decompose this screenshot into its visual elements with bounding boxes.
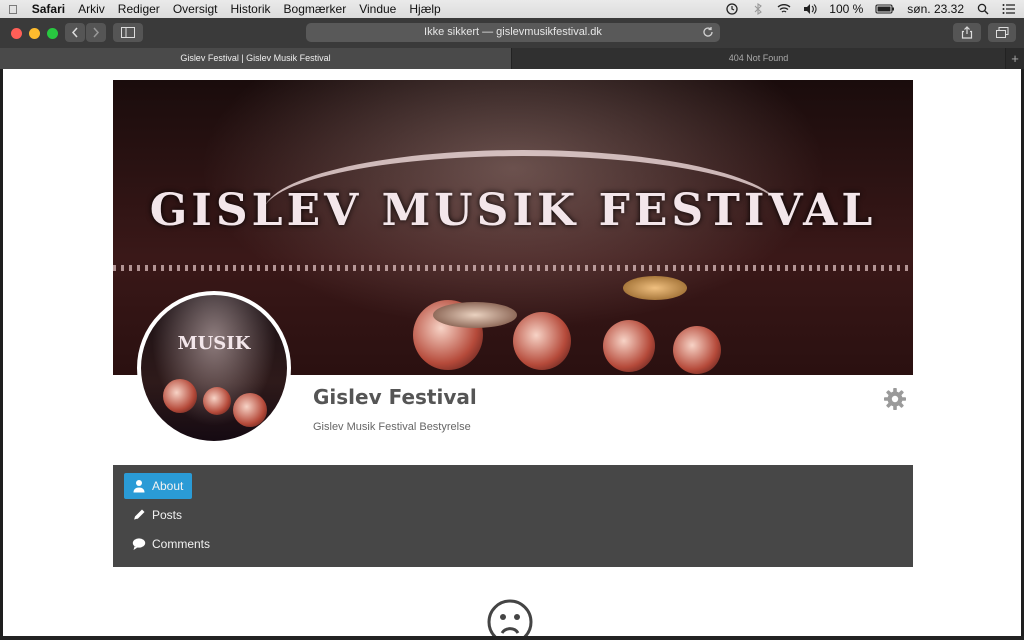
spotlight-search-icon[interactable] [976,3,990,15]
time-machine-icon[interactable] [725,3,739,15]
pencil-icon [133,509,145,521]
profile-subtitle: Gislev Musik Festival Bestyrelse [313,421,471,433]
address-bar[interactable]: Ikke sikkert — gislevmusikfestival.dk [306,23,720,42]
avatar-drum [203,387,231,415]
tab-label: 404 Not Found [728,53,789,63]
plus-icon: + [1011,51,1019,66]
menu-arkiv[interactable]: Arkiv [78,2,105,16]
back-button[interactable] [65,23,85,42]
menu-hjaelp[interactable]: Hjælp [409,2,440,16]
cover-cymbal [623,276,687,300]
bluetooth-icon[interactable] [751,3,765,15]
cover-drum [673,326,721,374]
menu-vindue[interactable]: Vindue [359,2,396,16]
tab-404-not-found[interactable]: 404 Not Found [512,48,1006,69]
menu-bogmaerker[interactable]: Bogmærker [284,2,347,16]
cover-banner-text: GISLEV MUSIK FESTIVAL [149,185,877,236]
notification-center-icon[interactable] [1002,3,1016,15]
volume-icon[interactable] [803,3,817,15]
share-button[interactable] [953,23,981,42]
nav-item-comments[interactable]: Comments [124,531,219,557]
minimize-window-button[interactable] [29,28,40,39]
nav-item-label: Comments [152,537,211,551]
menu-app[interactable]: Safari [32,2,65,16]
menu-rediger[interactable]: Rediger [118,2,160,16]
cover-drum [603,320,655,372]
tab-bar: Gislev Festival | Gislev Musik Festival … [0,48,1024,69]
menu-historik[interactable]: Historik [231,2,271,16]
cover-cymbal [433,302,517,328]
reload-icon[interactable] [702,26,714,38]
profile-avatar[interactable]: MUSIK [137,291,291,445]
close-window-button[interactable] [11,28,22,39]
browser-toolbar: Ikke sikkert — gislevmusikfestival.dk [0,18,1024,49]
avatar-text: MUSIK [177,333,251,354]
user-icon [133,480,145,493]
sad-face-icon [487,599,533,636]
new-tab-button[interactable]: + [1006,48,1024,69]
tab-overview-button[interactable] [988,23,1016,42]
comment-icon [132,538,146,550]
chevron-right-icon [93,27,100,38]
avatar-drum [233,393,267,427]
share-icon [961,26,973,39]
battery-percent[interactable]: 100 % [829,2,863,16]
wifi-icon[interactable] [777,3,791,15]
tab-gislev-festival[interactable]: Gislev Festival | Gislev Musik Festival [0,48,512,69]
window-bottom-edge [0,636,1024,640]
sidebar-icon [121,27,135,38]
web-page: GISLEV MUSIK FESTIVAL MUSIK Gislev Festi… [3,69,1021,636]
cover-light-strip [113,265,913,271]
apple-menu-icon[interactable]:  [8,2,18,17]
tabs-icon [996,27,1009,38]
address-bar-text: Ikke sikkert — gislevmusikfestival.dk [424,26,602,38]
sidebar-toggle-button[interactable] [113,23,143,42]
menubar-status-area: 100 % søn. 23.32 [725,2,1016,16]
profile-name: Gislev Festival [313,385,477,409]
nav-item-about[interactable]: About [124,473,193,499]
gear-icon[interactable] [883,387,907,411]
nav-item-label: About [152,479,184,493]
menubar-clock[interactable]: søn. 23.32 [907,2,964,16]
macos-menubar:  Safari Arkiv Rediger Oversigt Historik… [0,0,1024,18]
window-controls [11,28,58,39]
battery-icon[interactable] [875,3,895,15]
nav-item-label: Posts [152,508,183,522]
zoom-window-button[interactable] [47,28,58,39]
tab-label: Gislev Festival | Gislev Musik Festival [180,53,331,63]
forward-button[interactable] [86,23,106,42]
nav-item-posts[interactable]: Posts [124,502,191,528]
chevron-left-icon [71,27,78,38]
profile-nav-panel: About Posts Comments [113,465,913,567]
cover-drum [513,312,571,370]
avatar-drum [163,379,197,413]
menu-oversigt[interactable]: Oversigt [173,2,218,16]
